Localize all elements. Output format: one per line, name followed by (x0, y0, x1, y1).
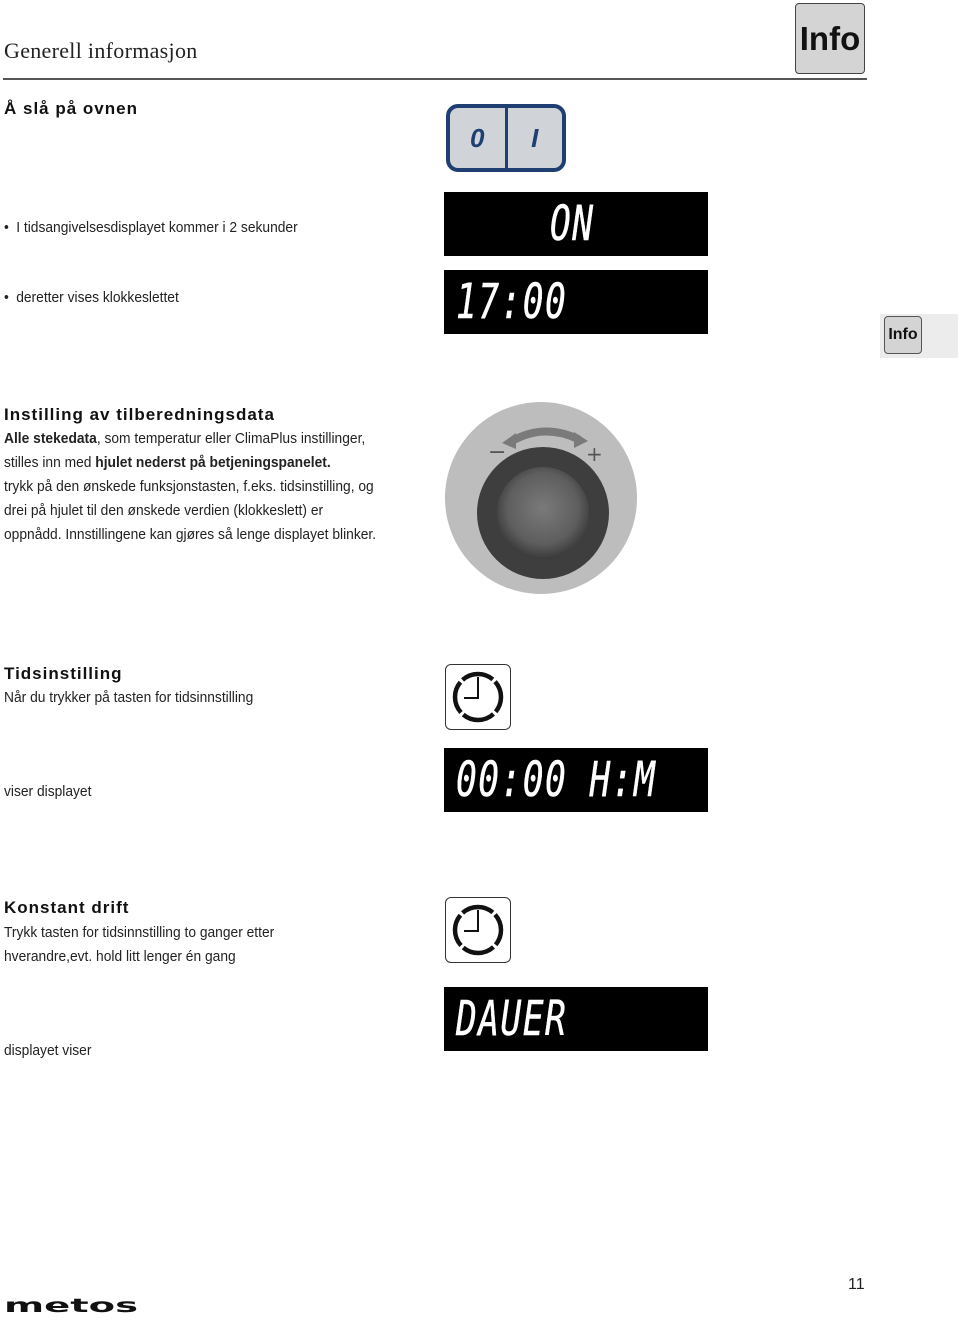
page-title: Generell informasjon (4, 38, 198, 63)
metos-logo: metos (4, 1295, 140, 1320)
lcd-text: 00:00 H:M (456, 752, 657, 809)
lcd-display-on: ON (444, 192, 708, 256)
timer-key (445, 664, 511, 730)
text: stilles inn med (4, 454, 96, 471)
bold-text: hjulet nederst på betjeningspanelet. (95, 454, 331, 471)
clock-icon (452, 671, 504, 723)
bold-text: Alle stekedata (4, 430, 97, 447)
timer-key (445, 897, 511, 963)
title-divider (3, 78, 867, 80)
constant-text-line: hverandre,evt. hold litt lenger én gang (4, 948, 236, 965)
page-number: 11 (848, 1276, 865, 1293)
on-key: I (504, 108, 563, 168)
lcd-text: DAUER (456, 991, 568, 1048)
constant-text-line: Trykk tasten for tidsinnstilling to gang… (4, 924, 275, 941)
on-off-switch: 0 I (446, 104, 566, 172)
info-tab-header: Info (795, 3, 865, 74)
timer-text: Når du trykker på tasten for tidsinnstil… (4, 689, 254, 706)
settings-paragraph-line: oppnådd. Innstillingene kan gjøres så le… (4, 526, 377, 543)
minus-icon: − (488, 440, 506, 465)
settings-paragraph-line: Alle stekedata, som temperatur eller Cli… (4, 427, 365, 451)
timer-caption: viser displayet (4, 783, 92, 800)
settings-paragraph-line: stilles inn med hjulet nederst på betjen… (4, 451, 331, 475)
constant-caption: displayet viser (4, 1042, 92, 1059)
section-heading-settings: Instilling av tilberedningsdata (4, 405, 275, 424)
bullet-item: deretter vises klokkeslettet (4, 289, 179, 306)
logo-text: metos (4, 1295, 138, 1315)
plus-icon: + (586, 442, 603, 466)
settings-paragraph-line: drei på hjulet til den ønskede verdien (… (4, 502, 324, 519)
info-side-tab: Info (884, 316, 922, 354)
settings-paragraph-line: trykk på den ønskede funksjonstasten, f.… (4, 478, 374, 495)
section-heading-turn-on: Å slå på ovnen (4, 99, 138, 118)
lcd-text: ON (550, 196, 595, 253)
off-key: 0 (470, 122, 485, 153)
knob-center (497, 467, 589, 559)
lcd-display-dauer: DAUER (444, 987, 708, 1051)
section-heading-timer: Tidsinstilling (4, 664, 123, 683)
text: , som temperatur eller ClimaPlus instill… (96, 430, 366, 447)
clock-icon (452, 904, 504, 956)
section-heading-constant: Konstant drift (4, 898, 130, 917)
lcd-text: 17:00 (456, 274, 568, 331)
lcd-display-timer: 00:00 H:M (444, 748, 708, 812)
lcd-display-clock: 17:00 (444, 270, 708, 334)
control-dial: − + (444, 401, 638, 595)
bullet-item: I tidsangivelsesdisplayet kommer i 2 sek… (4, 219, 298, 236)
